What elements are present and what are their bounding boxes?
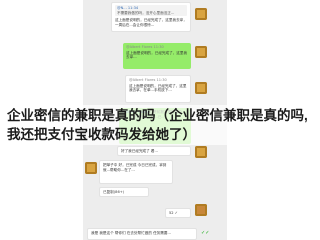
page-title: 企业密信的兼职是真的吗（企业密信兼职是真的吗,我还把支付宝收款码发给她了）: [5, 105, 317, 145]
message-text: 这上面是说明的，已经完成了，这里我去拿...: [126, 50, 188, 60]
avatar[interactable]: [195, 8, 207, 20]
message-bubble-green-1[interactable]: @Albert Flores 11:30 这上面是说明的，已经完成了，这里我去拿…: [123, 43, 191, 69]
amount-text: 52 ✓: [169, 211, 178, 215]
message-bubble-bottom[interactable]: 我是 我是这个 帮你们 在去处帮忙做的 任务需要...: [87, 228, 197, 240]
quote-mention: @N... 11:34: [117, 6, 139, 10]
card-text: 已复制(86+): [103, 190, 125, 194]
message-bubble-top[interactable]: @N... 11:34 不需要我做的吗，没开心里面没正... 这上面是说明的，已…: [111, 2, 191, 32]
message-text: 这上面是说明的，已经完成了，这里我去拿，一周后在...会让你很惊...: [115, 18, 187, 27]
message-text: 把单子中 好，已完成 今日已完成，拿到就...帮助你...在了...: [103, 163, 167, 172]
avatar[interactable]: [195, 46, 207, 58]
message-bubble-2[interactable]: @Albert Flores 11:30 这上面是说明的，已经完成了，这里我去拿…: [125, 75, 191, 103]
avatar[interactable]: [195, 82, 207, 94]
message-bubble-4[interactable]: 好了我已经完成了 看...: [117, 146, 191, 156]
avatar[interactable]: [195, 204, 207, 216]
message-text: 这上面是说明的，已经完成了，这里我去拿，在单...手机放下...: [129, 83, 187, 93]
message-text: 我是 我是这个 帮你们 在去处帮忙做的 任务需要...: [91, 231, 171, 235]
avatar[interactable]: [85, 162, 97, 174]
quote-body: 不需要我做的吗，没开心里面没正...: [117, 10, 175, 15]
message-text: 好了我已经完成了 看...: [121, 149, 158, 153]
avatar[interactable]: [195, 146, 207, 158]
amount-chip[interactable]: 52 ✓: [165, 208, 191, 218]
check-icon: ✓✓: [201, 230, 210, 236]
message-mention: @Albert Flores 11:30: [129, 78, 167, 82]
quoted-message: @N... 11:34 不需要我做的吗，没开心里面没正...: [115, 5, 187, 17]
message-bubble-5[interactable]: 把单子中 好，已完成 今日已完成，拿到就...帮助你...在了...: [99, 160, 173, 184]
copied-card[interactable]: 已复制(86+): [99, 187, 149, 197]
message-mention: @Albert Flores 11:30: [126, 45, 164, 49]
